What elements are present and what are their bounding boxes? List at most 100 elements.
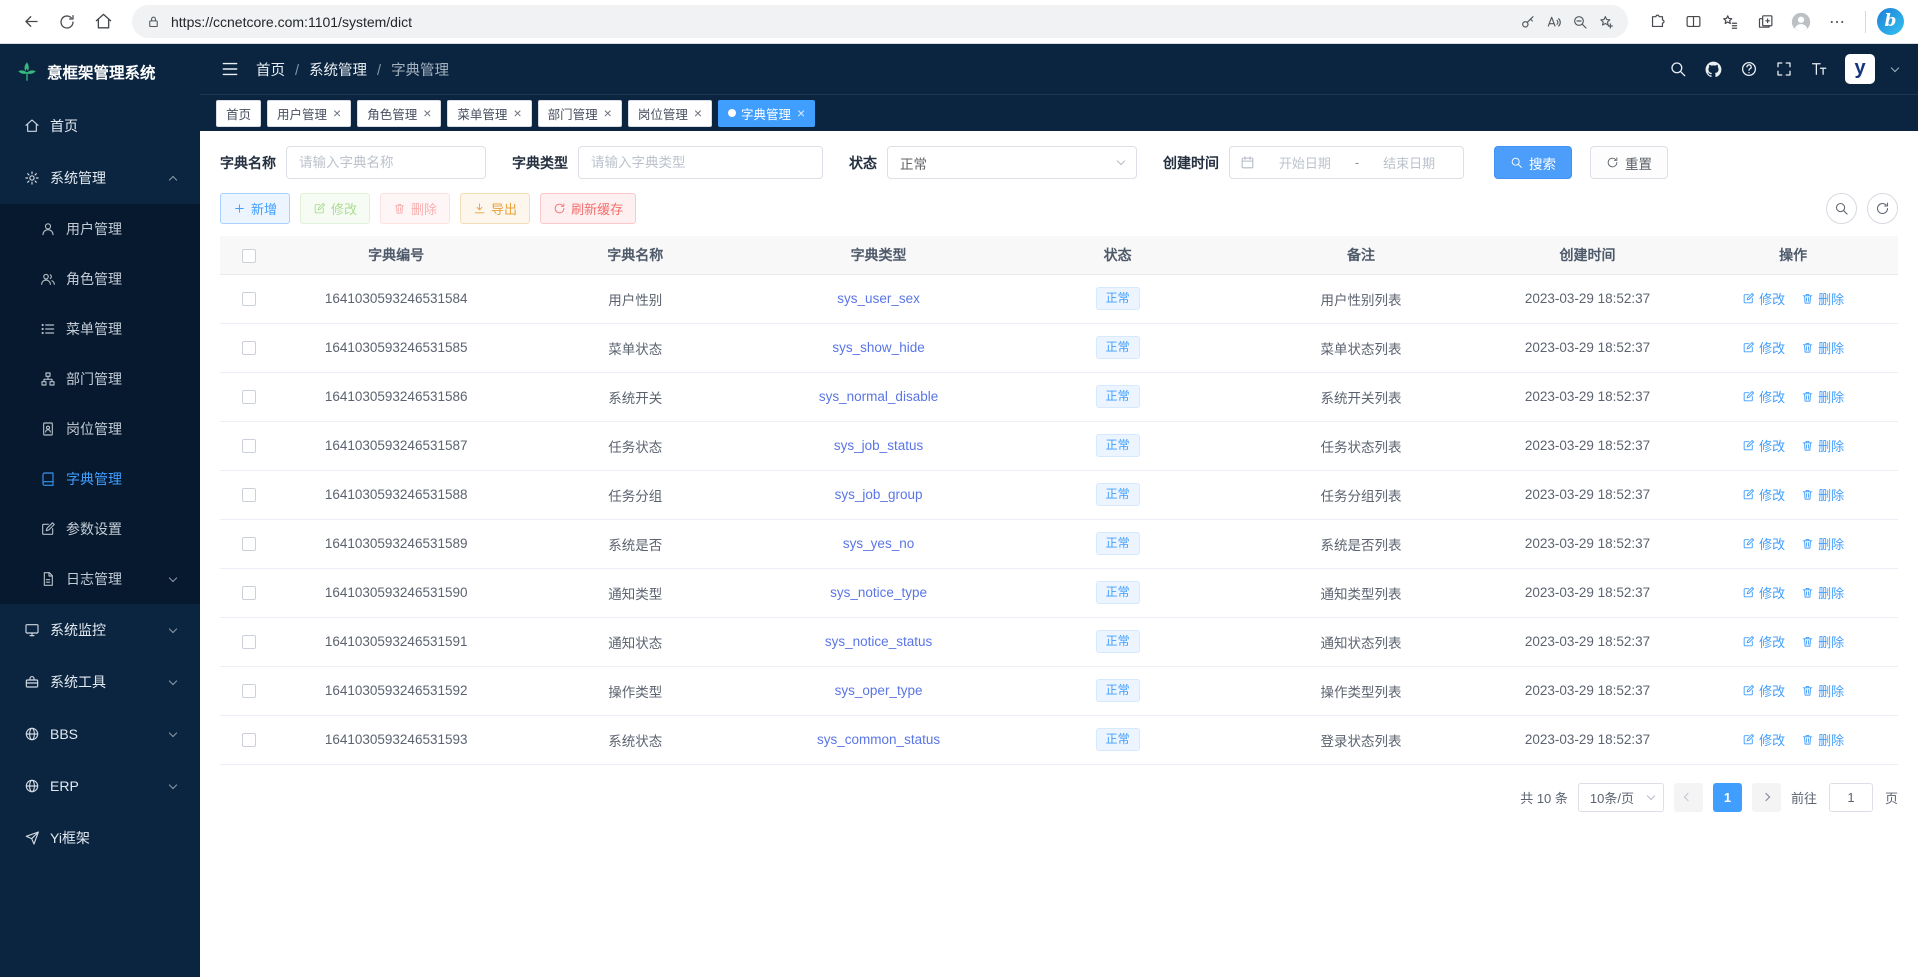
tab-user-mgmt[interactable]: 用户管理× (267, 100, 351, 127)
browser-home-button[interactable] (86, 5, 120, 39)
select-all-checkbox[interactable] (242, 249, 256, 263)
tab-post-mgmt[interactable]: 岗位管理× (628, 100, 712, 127)
tab-home[interactable]: 首页 (216, 100, 261, 127)
close-tab-icon[interactable]: × (423, 106, 431, 120)
sidebar-item-param-settings[interactable]: 参数设置 (0, 504, 200, 554)
dict-type-link[interactable]: sys_show_hide (832, 340, 924, 355)
ssl-lock-icon[interactable] (146, 14, 161, 29)
row-edit-link[interactable]: 修改 (1742, 485, 1785, 504)
extensions-button[interactable] (1640, 5, 1674, 39)
sidebar-toggle-icon[interactable] (220, 59, 240, 79)
close-tab-icon[interactable]: × (797, 106, 805, 120)
sidebar-item-menu-mgmt[interactable]: 菜单管理 (0, 304, 200, 354)
date-range-picker[interactable]: 开始日期 - 结束日期 (1229, 146, 1464, 179)
row-edit-link[interactable]: 修改 (1742, 534, 1785, 553)
close-tab-icon[interactable]: × (513, 106, 521, 120)
user-menu-chevron-icon[interactable] (1891, 63, 1899, 71)
add-button[interactable]: 新增 (220, 193, 290, 224)
close-tab-icon[interactable]: × (694, 106, 702, 120)
profile-button[interactable] (1784, 5, 1818, 39)
fullscreen-icon[interactable] (1775, 60, 1793, 78)
sidebar-item-role-mgmt[interactable]: 角色管理 (0, 254, 200, 304)
row-checkbox[interactable] (242, 390, 256, 404)
dict-type-input[interactable] (578, 146, 823, 179)
sidebar-item-user-mgmt[interactable]: 用户管理 (0, 204, 200, 254)
tab-dept-mgmt[interactable]: 部门管理× (538, 100, 622, 127)
delete-button[interactable]: 删除 (380, 193, 450, 224)
dict-type-link[interactable]: sys_notice_type (830, 585, 927, 600)
row-delete-link[interactable]: 删除 (1801, 436, 1844, 455)
row-edit-link[interactable]: 修改 (1742, 338, 1785, 357)
row-delete-link[interactable]: 删除 (1801, 583, 1844, 602)
address-bar[interactable]: https://ccnetcore.com:1101/system/dict (132, 5, 1628, 38)
row-checkbox[interactable] (242, 537, 256, 551)
dict-type-link[interactable]: sys_yes_no (843, 536, 914, 551)
row-checkbox[interactable] (242, 733, 256, 747)
help-icon[interactable] (1740, 60, 1758, 78)
close-tab-icon[interactable]: × (604, 106, 612, 120)
sidebar-item-home[interactable]: 首页 (0, 100, 200, 152)
dict-type-link[interactable]: sys_oper_type (835, 683, 923, 698)
collections-button[interactable] (1748, 5, 1782, 39)
add-favorite-icon[interactable] (1598, 14, 1614, 30)
sidebar-item-yi-frame[interactable]: Yi框架 (0, 812, 200, 864)
row-checkbox[interactable] (242, 341, 256, 355)
tab-menu-mgmt[interactable]: 菜单管理× (447, 100, 531, 127)
row-edit-link[interactable]: 修改 (1742, 632, 1785, 651)
refresh-cache-button[interactable]: 刷新缓存 (540, 193, 636, 224)
sidebar-item-log-mgmt[interactable]: 日志管理 (0, 554, 200, 604)
github-icon[interactable] (1704, 60, 1723, 79)
user-avatar[interactable] (1845, 54, 1875, 84)
status-select[interactable]: 正常 (887, 146, 1137, 179)
row-delete-link[interactable]: 删除 (1801, 387, 1844, 406)
prev-page-button[interactable] (1674, 783, 1703, 812)
show-search-toggle-button[interactable] (1826, 193, 1857, 224)
sidebar-item-erp[interactable]: ERP (0, 760, 200, 812)
row-delete-link[interactable]: 删除 (1801, 289, 1844, 308)
tab-dict-mgmt[interactable]: 字典管理× (718, 100, 815, 127)
dict-name-input[interactable] (286, 146, 486, 179)
page-size-select[interactable]: 10条/页 (1578, 783, 1664, 812)
tab-role-mgmt[interactable]: 角色管理× (357, 100, 441, 127)
dict-type-link[interactable]: sys_common_status (817, 732, 940, 747)
browser-refresh-button[interactable] (50, 5, 84, 39)
row-edit-link[interactable]: 修改 (1742, 730, 1785, 749)
row-delete-link[interactable]: 删除 (1801, 632, 1844, 651)
font-size-icon[interactable] (1810, 60, 1828, 78)
next-page-button[interactable] (1752, 783, 1781, 812)
browser-back-button[interactable] (14, 5, 48, 39)
row-edit-link[interactable]: 修改 (1742, 681, 1785, 700)
row-delete-link[interactable]: 删除 (1801, 338, 1844, 357)
dict-type-link[interactable]: sys_job_status (834, 438, 923, 453)
dict-type-link[interactable]: sys_notice_status (825, 634, 932, 649)
browser-menu-button[interactable] (1820, 5, 1854, 39)
dict-type-link[interactable]: sys_user_sex (837, 291, 920, 306)
breadcrumb-home[interactable]: 首页 (256, 59, 285, 80)
header-search-icon[interactable] (1669, 60, 1687, 78)
edit-button[interactable]: 修改 (300, 193, 370, 224)
row-delete-link[interactable]: 删除 (1801, 681, 1844, 700)
zoom-icon[interactable] (1572, 14, 1588, 30)
bing-icon[interactable] (1877, 8, 1904, 35)
row-checkbox[interactable] (242, 439, 256, 453)
sidebar-item-system-monitor[interactable]: 系统监控 (0, 604, 200, 656)
row-delete-link[interactable]: 删除 (1801, 534, 1844, 553)
sidebar-item-bbs[interactable]: BBS (0, 708, 200, 760)
close-tab-icon[interactable]: × (333, 106, 341, 120)
read-aloud-icon[interactable] (1546, 14, 1562, 30)
sidebar-item-dept-mgmt[interactable]: 部门管理 (0, 354, 200, 404)
breadcrumb-system[interactable]: 系统管理 (285, 59, 367, 80)
row-checkbox[interactable] (242, 586, 256, 600)
row-edit-link[interactable]: 修改 (1742, 436, 1785, 455)
row-edit-link[interactable]: 修改 (1742, 387, 1785, 406)
row-checkbox[interactable] (242, 488, 256, 502)
row-delete-link[interactable]: 删除 (1801, 485, 1844, 504)
row-delete-link[interactable]: 删除 (1801, 730, 1844, 749)
row-edit-link[interactable]: 修改 (1742, 583, 1785, 602)
reset-button[interactable]: 重置 (1590, 146, 1668, 179)
row-checkbox[interactable] (242, 684, 256, 698)
sidebar-item-dict-mgmt[interactable]: 字典管理 (0, 454, 200, 504)
current-page-button[interactable]: 1 (1713, 783, 1742, 812)
refresh-table-button[interactable] (1867, 193, 1898, 224)
row-edit-link[interactable]: 修改 (1742, 289, 1785, 308)
